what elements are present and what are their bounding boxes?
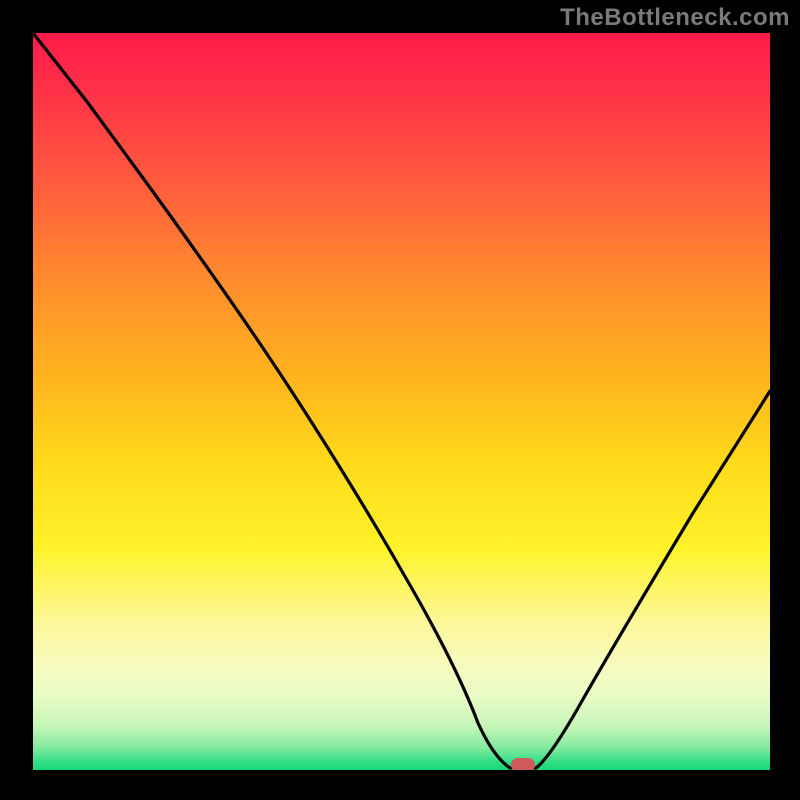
bottleneck-curve-svg <box>33 33 770 770</box>
watermark-text: TheBottleneck.com <box>560 4 790 32</box>
plot-area <box>33 33 770 770</box>
optimal-point-marker <box>511 758 535 770</box>
bottleneck-curve-path <box>33 33 770 768</box>
chart-frame: TheBottleneck.com <box>0 0 800 800</box>
